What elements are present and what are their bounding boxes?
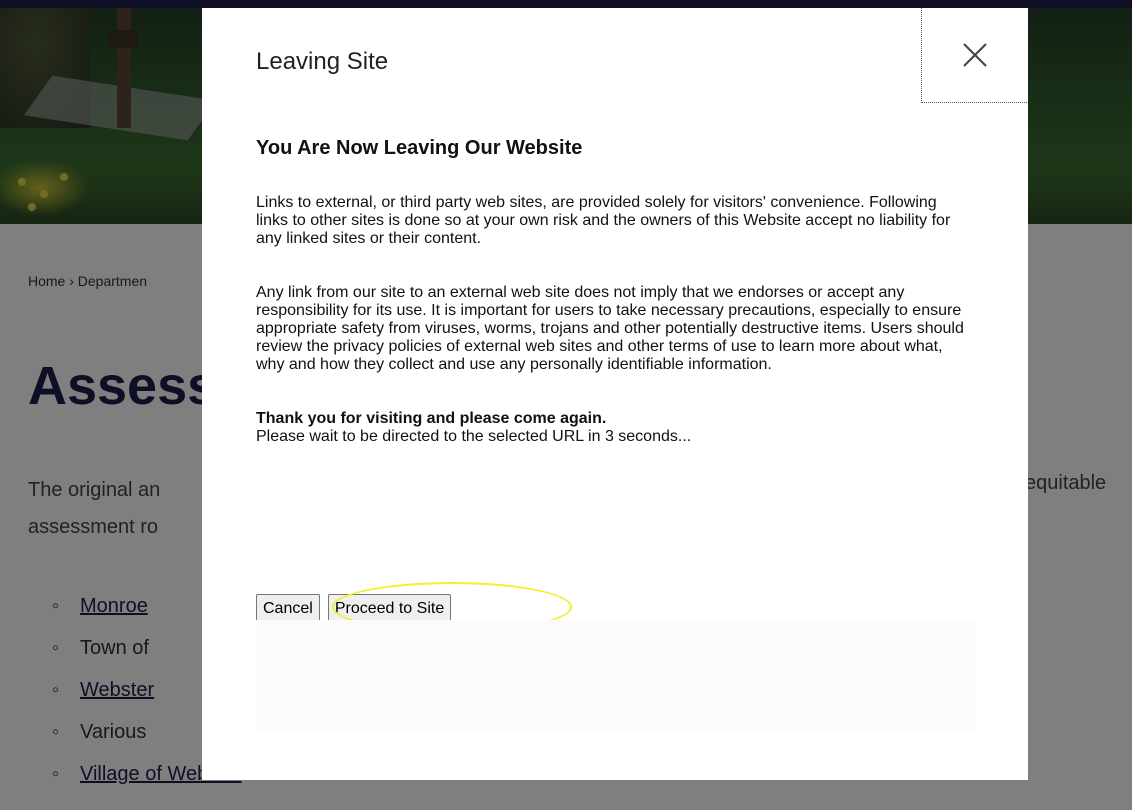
- dialog-title: Leaving Site: [256, 48, 389, 75]
- embedded-frame-area: [256, 620, 976, 732]
- dialog-body: You Are Now Leaving Our Website Links to…: [256, 136, 966, 446]
- close-button[interactable]: [921, 8, 1027, 103]
- leaving-site-dialog: Leaving Site You Are Now Leaving Our Web…: [202, 8, 1028, 780]
- close-icon: [962, 43, 987, 67]
- disclaimer-paragraph: Links to external, or third party web si…: [256, 194, 951, 247]
- thank-you-text: Thank you for visiting and please come a…: [256, 410, 607, 427]
- dialog-heading: You Are Now Leaving Our Website: [256, 137, 583, 159]
- disclaimer-paragraph: Any link from our site to an external we…: [256, 284, 964, 373]
- redirect-countdown: Please wait to be directed to the select…: [256, 428, 692, 445]
